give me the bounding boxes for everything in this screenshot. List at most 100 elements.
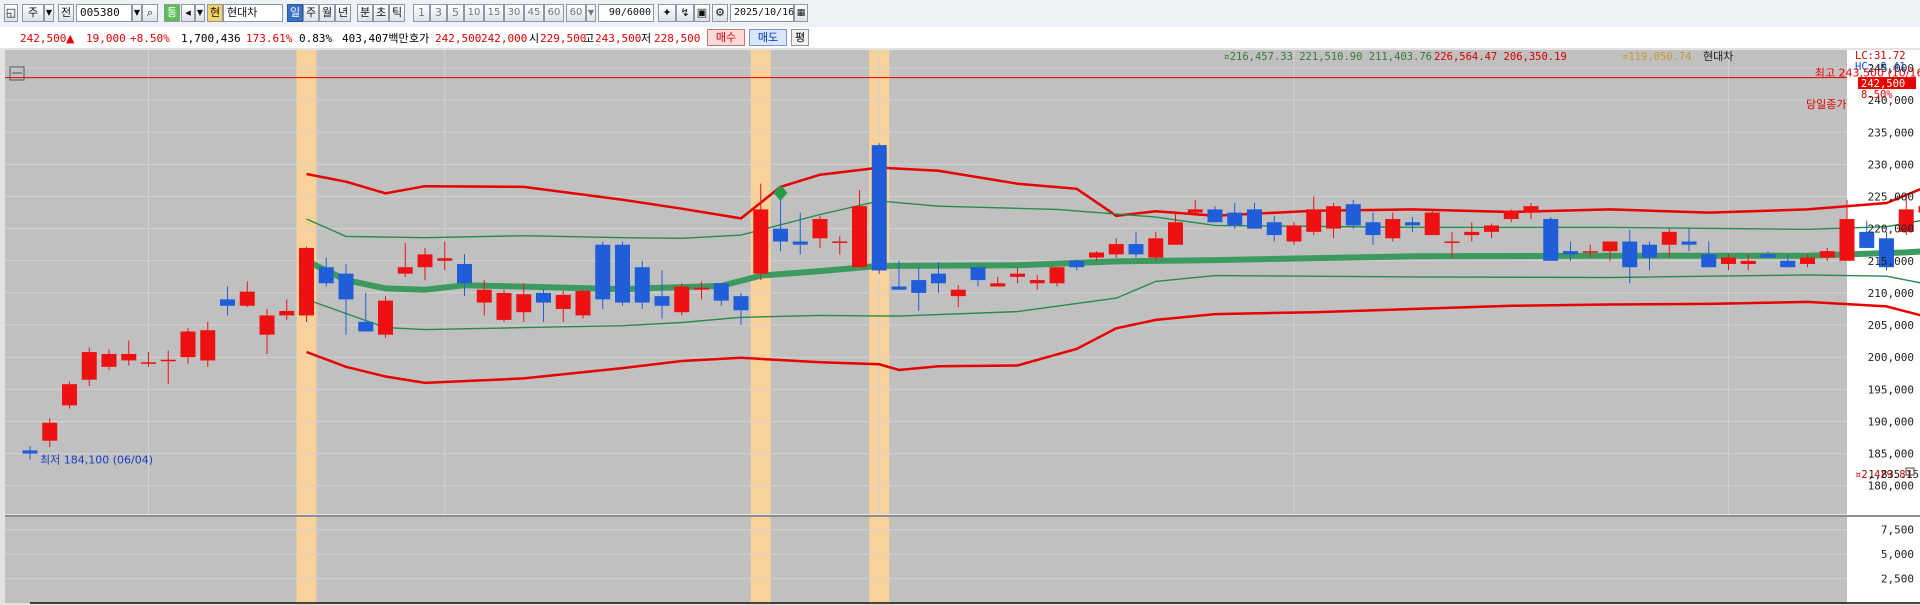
- draw-tool-icon[interactable]: ↯: [676, 4, 694, 22]
- period-second-tab[interactable]: 초: [373, 4, 389, 22]
- minute-10-label: 10: [467, 7, 481, 18]
- high-label: 고: [584, 32, 595, 45]
- price-tick-label: 220,000: [1868, 223, 1914, 236]
- high-price: 243,500: [595, 32, 642, 45]
- market-tab-label: 주: [27, 6, 39, 19]
- legend-ma-green: ¤216,457.33 221,510.90 211,403.76: [1223, 51, 1432, 63]
- candle-up: [1503, 210, 1519, 220]
- candle-up: [1049, 267, 1065, 284]
- calendar-icon[interactable]: ▦: [794, 4, 808, 22]
- price-tick-label: 235,000: [1868, 126, 1914, 139]
- minute-5-button[interactable]: 5: [447, 4, 464, 22]
- session-highlight-1: [750, 50, 771, 514]
- volume-value: 1,700,436: [181, 32, 241, 45]
- candle-up: [1286, 225, 1302, 242]
- candle-up: [1523, 206, 1539, 213]
- period-tick-label: 틱: [391, 6, 403, 19]
- window-menu-icon[interactable]: ◱: [4, 4, 18, 22]
- minute-30-label: 30: [507, 7, 521, 18]
- minute-5-label: 5: [452, 6, 459, 19]
- candle-up: [1721, 257, 1736, 265]
- legend-ma-red-value: 226,564.47: [1434, 51, 1497, 63]
- evaluate-button[interactable]: 평: [791, 29, 809, 46]
- legend-ma-red: 226,564.47 206,350.19: [1434, 51, 1567, 63]
- legend-ma-green-value-2: 221,510.90: [1299, 51, 1362, 63]
- candle-down: [1247, 209, 1262, 229]
- candle-down: [338, 273, 354, 300]
- candle-down: [1069, 260, 1085, 268]
- market-tab[interactable]: 주: [22, 4, 44, 22]
- candle-up: [397, 267, 413, 274]
- period-week-tab[interactable]: 주: [303, 4, 319, 22]
- date-input[interactable]: 2025/10/16: [730, 4, 794, 22]
- connect-button[interactable]: 통: [164, 4, 180, 22]
- candle-down: [615, 244, 630, 303]
- candle-up: [1464, 231, 1480, 236]
- candle-up: [950, 289, 966, 297]
- candle-up: [1800, 257, 1815, 265]
- price-tick-label: 190,000: [1868, 415, 1914, 428]
- minute-1-button[interactable]: 1: [413, 4, 430, 22]
- minute-30-button[interactable]: 30: [504, 4, 524, 22]
- minute-3-button[interactable]: 3: [430, 4, 447, 22]
- buy-label: 매수: [715, 31, 737, 44]
- period-day-tab[interactable]: 일: [287, 4, 303, 22]
- candle-up: [141, 362, 156, 364]
- candle-up: [1484, 225, 1499, 232]
- candle-down: [358, 321, 374, 332]
- stock-chart[interactable]: 245,000240,000235,000230,000225,000220,0…: [0, 48, 1920, 605]
- candle-up: [1582, 251, 1598, 253]
- candle-up: [259, 315, 275, 335]
- minute-dropdown-icon[interactable]: ▼: [586, 4, 596, 22]
- period-year-tab[interactable]: 년: [335, 4, 351, 22]
- speaker-icon[interactable]: ◂: [181, 4, 195, 22]
- candle-down: [891, 286, 907, 290]
- minute-60-label: 60: [547, 7, 561, 18]
- candle-up: [694, 287, 709, 290]
- minute-45-button[interactable]: 45: [524, 4, 544, 22]
- speaker-dropdown-icon[interactable]: ▼: [195, 4, 205, 22]
- period-tick-tab[interactable]: 틱: [389, 4, 405, 22]
- candle-up: [1385, 219, 1401, 239]
- candle-down: [773, 228, 788, 242]
- candle-down: [1266, 222, 1282, 236]
- minute-10-button[interactable]: 10: [464, 4, 484, 22]
- save-icon[interactable]: ▣: [694, 4, 710, 22]
- price-tick-label: 205,000: [1868, 319, 1914, 332]
- stock-name-field[interactable]: 현대차: [223, 4, 283, 22]
- period-month-tab[interactable]: 월: [319, 4, 335, 22]
- tick-tool-icon[interactable]: ✦: [658, 4, 676, 22]
- minute-45-label: 45: [527, 7, 541, 18]
- up-arrow-icon: ▲: [66, 32, 75, 45]
- candle-down: [1543, 219, 1559, 261]
- stock-code-input[interactable]: 005380: [76, 4, 132, 22]
- buy-button[interactable]: 매수: [707, 29, 745, 46]
- minute-custom-field[interactable]: 60: [566, 4, 586, 22]
- open-price: 229,500: [540, 32, 587, 45]
- code-dropdown-icon[interactable]: ▼: [132, 4, 142, 22]
- market-dropdown-icon[interactable]: ▼: [44, 4, 54, 22]
- search-icon[interactable]: ⌕: [142, 4, 158, 22]
- price-tick-label: 225,000: [1868, 191, 1914, 204]
- minute-60-button[interactable]: 60: [544, 4, 564, 22]
- settings-gear-icon[interactable]: ⚙: [712, 4, 728, 22]
- ask-price: 242,500: [435, 32, 482, 45]
- data-count-field[interactable]: 90/6000: [598, 4, 654, 22]
- candle-down: [318, 267, 334, 284]
- candle-down: [1642, 244, 1657, 258]
- code-tab[interactable]: 전: [58, 4, 74, 22]
- period-minute-tab[interactable]: 분: [357, 4, 373, 22]
- candle-down: [22, 450, 38, 454]
- sell-label: 매도: [757, 31, 779, 44]
- candle-down: [911, 280, 927, 293]
- candle-down: [1760, 254, 1776, 258]
- period-day-label: 일: [289, 6, 301, 19]
- legend-ma-red-value-2: 206,350.19: [1504, 51, 1567, 63]
- candle-up: [753, 209, 769, 274]
- candle-down: [1780, 260, 1796, 268]
- volume-ratio: 173.61%: [246, 32, 293, 45]
- candle-up: [1168, 222, 1183, 245]
- sell-button[interactable]: 매도: [749, 29, 787, 46]
- minute-15-button[interactable]: 15: [484, 4, 504, 22]
- candle-up: [1839, 219, 1855, 261]
